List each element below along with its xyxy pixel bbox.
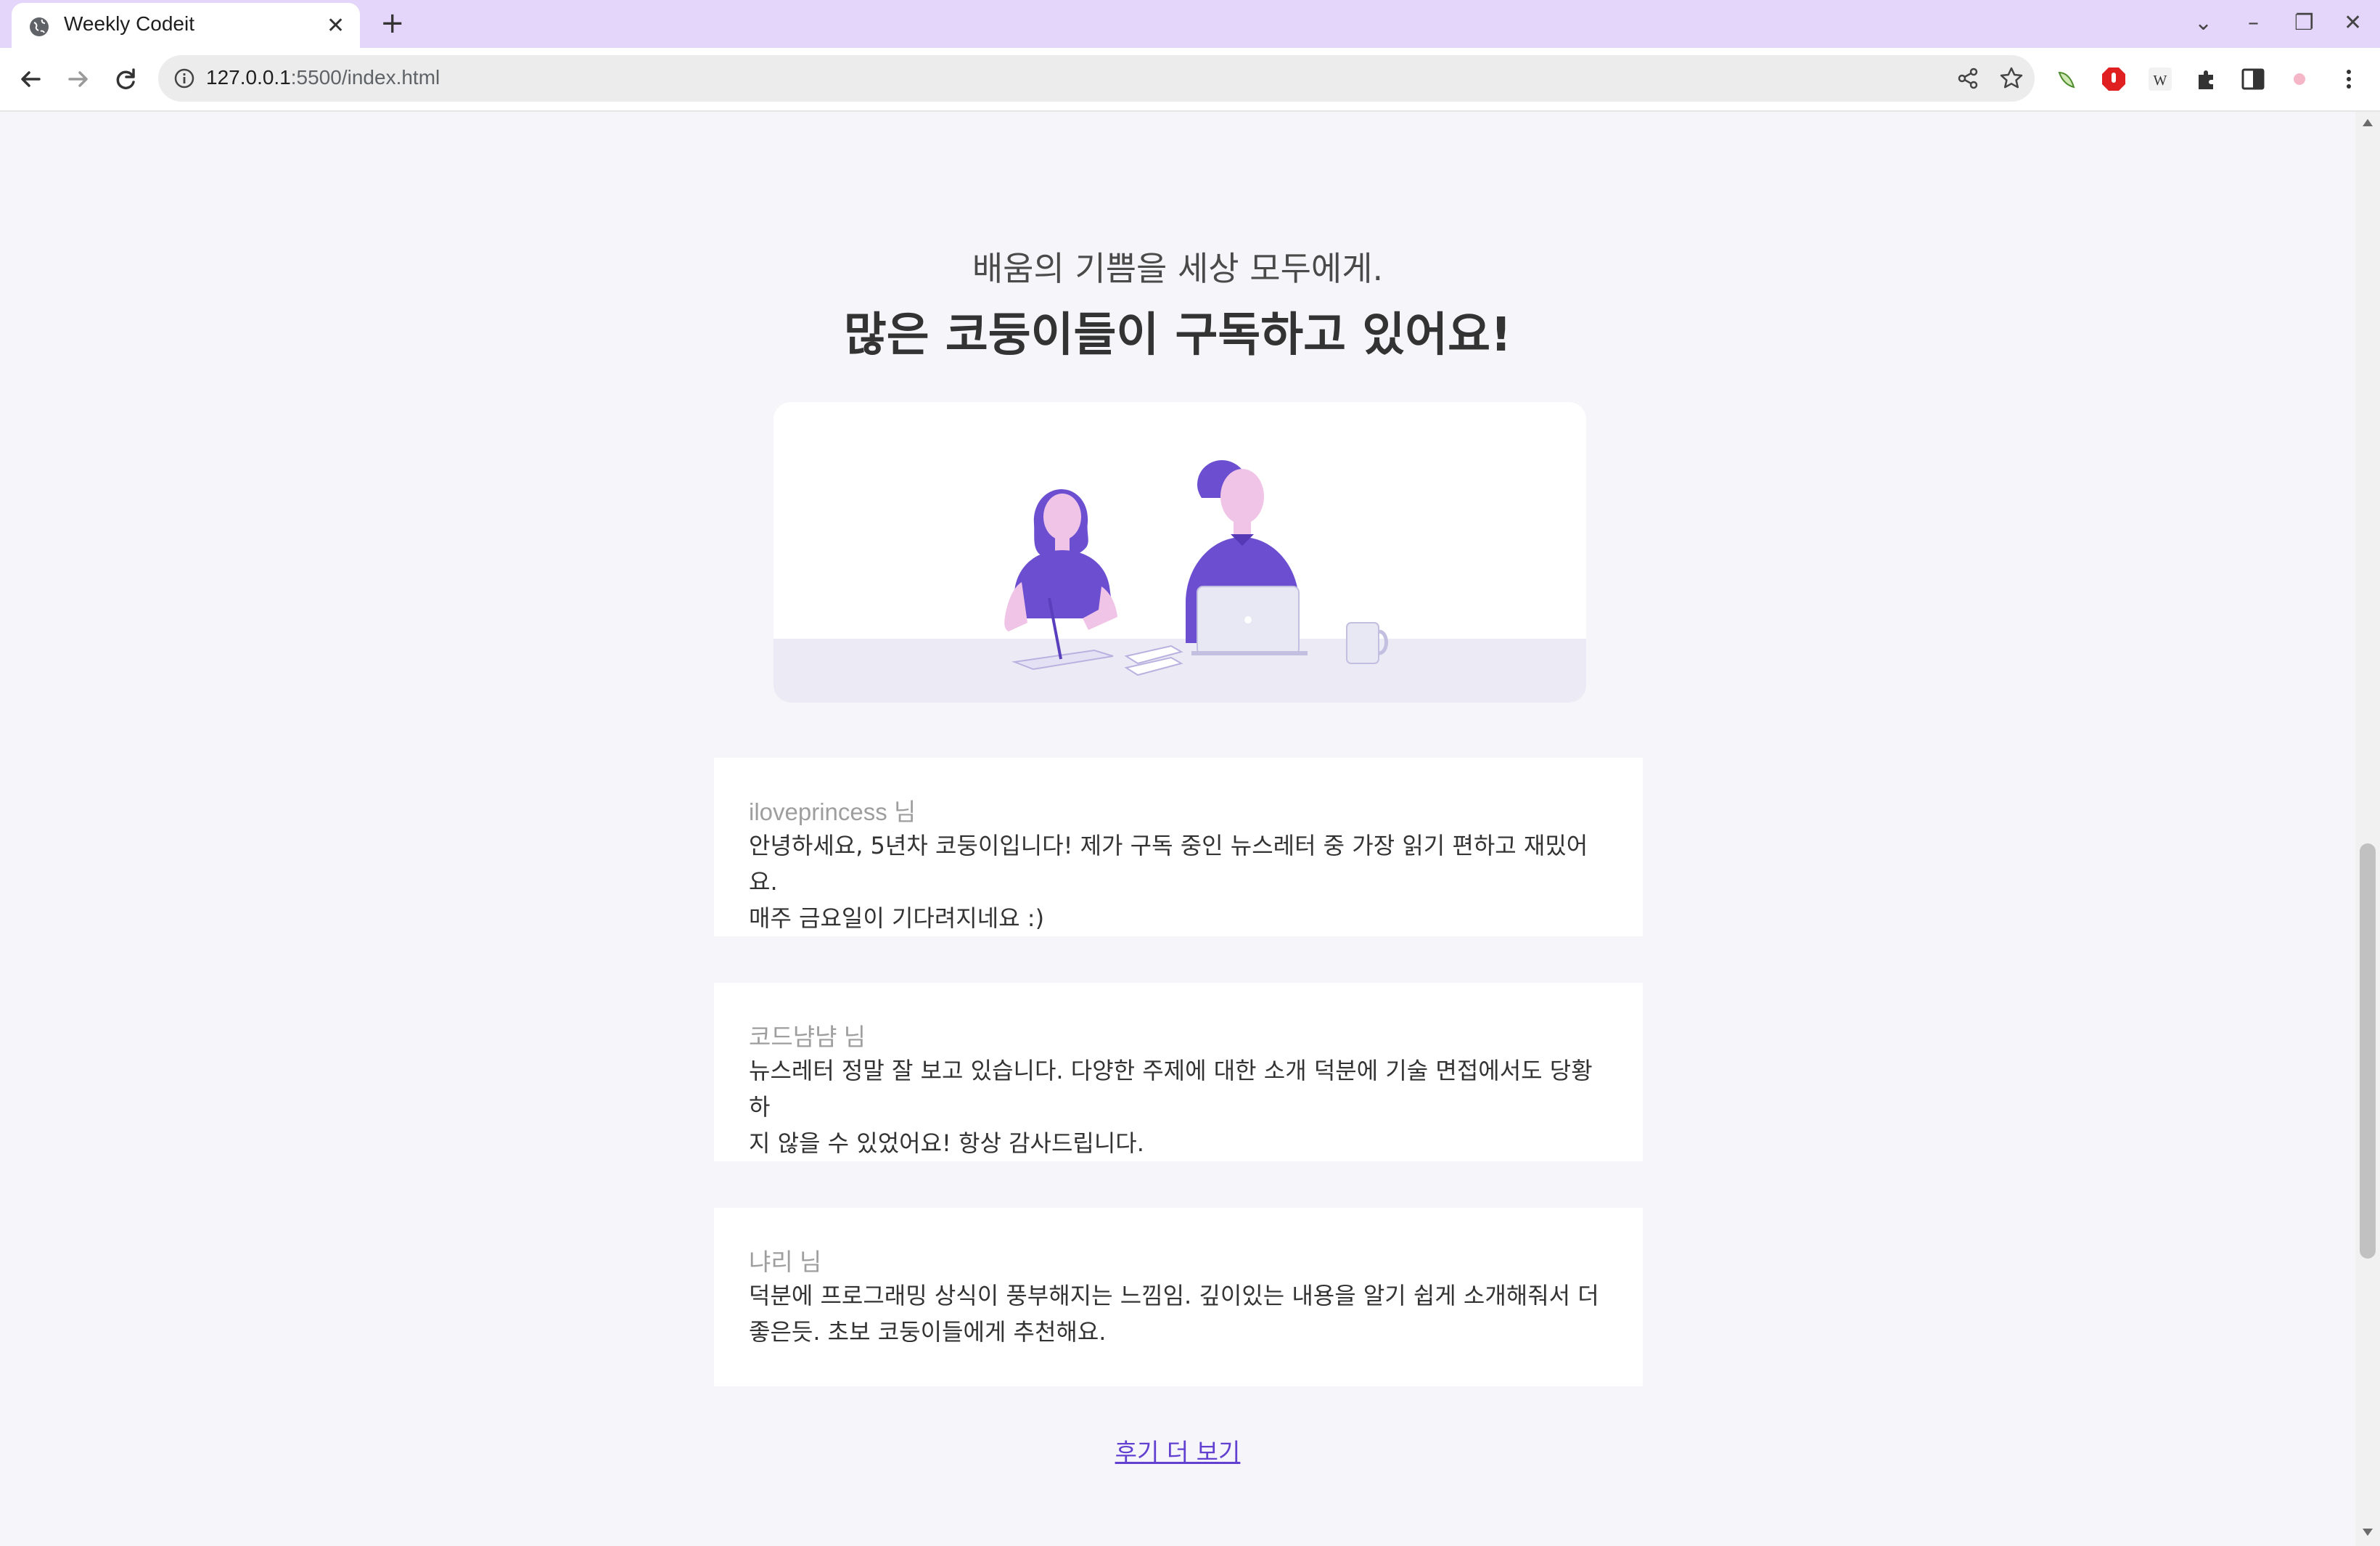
puzzle-icon[interactable] (2193, 65, 2220, 93)
url-host: 127.0.0.1 (206, 66, 291, 89)
scroll-thumb[interactable] (2360, 843, 2376, 1259)
review-line: 좋은듯. 초보 코둥이들에게 추천해요. (749, 1318, 1107, 1346)
page-scrollbar[interactable] (2355, 112, 2380, 1546)
review-line: 덕분에 프로그래밍 상식이 풍부해지는 느낌임. 깊이있는 내용을 알기 쉽게 … (749, 1282, 1599, 1309)
review-line: 안녕하세요, 5년차 코둥이입니다! 제가 구독 중인 뉴스레터 중 가장 읽기… (749, 832, 1588, 896)
review-card: 코드냠냠 님 뉴스레터 정말 잘 보고 있습니다. 다양한 주제에 대한 소개 … (714, 983, 1643, 1161)
review-line: 지 않을 수 있었어요! 항상 감사드립니다. (749, 1129, 1144, 1157)
review-text: 덕분에 프로그래밍 상식이 풍부해지는 느낌임. 깊이있는 내용을 알기 쉽게 … (749, 1277, 1612, 1350)
reload-icon[interactable] (109, 62, 142, 96)
review-text: 안녕하세요, 5년차 코둥이입니다! 제가 구독 중인 뉴스레터 중 가장 읽기… (749, 827, 1612, 936)
browser-tab[interactable]: Weekly Codeit ✕ (12, 3, 360, 48)
side-panel-icon[interactable] (2239, 65, 2267, 93)
tab-strip: Weekly Codeit ✕ + ⌄ – ❐ ✕ (0, 0, 2380, 48)
profile-avatar-icon[interactable] (2286, 65, 2313, 93)
kebab-menu-icon[interactable] (2335, 65, 2363, 93)
minimize-icon[interactable]: – (2248, 10, 2259, 36)
reviewer-name: 코드냠냠 님 (749, 1023, 866, 1050)
url-text: 127.0.0.1:5500/index.html (206, 66, 440, 89)
tab-title: Weekly Codeit (64, 12, 195, 35)
reviewer-name: iloveprincess 님 (749, 798, 916, 825)
chevron-down-icon[interactable]: ⌄ (2194, 10, 2212, 36)
more-reviews-link[interactable]: 후기 더 보기 (0, 1433, 2355, 1468)
star-icon[interactable] (1998, 65, 2024, 91)
back-arrow-icon[interactable] (15, 62, 48, 96)
subscribers-illustration (774, 402, 1586, 703)
scroll-down-icon[interactable] (2361, 1527, 2374, 1537)
plus-icon[interactable]: + (380, 9, 405, 38)
window-close-icon[interactable]: ✕ (2344, 10, 2362, 36)
page-viewport: 배움의 기쁨을 세상 모두에게. 많은 코둥이들이 구독하고 있어요! ilov… (0, 112, 2355, 1546)
review-line: 매주 금요일이 기다려지네요 :) (749, 904, 1045, 932)
wikipedia-extension-icon[interactable]: W (2146, 65, 2174, 93)
people-studying-image (774, 460, 1586, 703)
adblock-extension-icon[interactable] (2100, 65, 2127, 93)
scroll-up-icon[interactable] (2361, 118, 2374, 128)
address-bar[interactable]: 127.0.0.1:5500/index.html (158, 55, 2035, 102)
restore-icon[interactable]: ❐ (2294, 10, 2314, 36)
browser-toolbar: 127.0.0.1:5500/index.html W (0, 48, 2380, 112)
section-headline: 많은 코둥이들이 구독하고 있어요! (843, 308, 1512, 362)
forward-arrow-icon[interactable] (61, 62, 94, 96)
info-icon[interactable] (173, 67, 196, 90)
url-path: :5500/index.html (290, 66, 440, 89)
review-line: 뉴스레터 정말 잘 보고 있습니다. 다양한 주제에 대한 소개 덕분에 기술 … (749, 1057, 1593, 1121)
review-card: 냐리 님 덕분에 프로그래밍 상식이 풍부해지는 느낌임. 깊이있는 내용을 알… (714, 1208, 1643, 1386)
leaf-extension-icon[interactable] (2053, 65, 2081, 93)
review-card: iloveprincess 님 안녕하세요, 5년차 코둥이입니다! 제가 구독… (714, 758, 1643, 936)
svg-text:W: W (2154, 73, 2167, 89)
review-text: 뉴스레터 정말 잘 보고 있습니다. 다양한 주제에 대한 소개 덕분에 기술 … (749, 1052, 1612, 1161)
section-subtitle: 배움의 기쁨을 세상 모두에게. (972, 249, 1384, 288)
close-icon[interactable]: ✕ (327, 15, 345, 38)
reviewer-name: 냐리 님 (749, 1248, 822, 1275)
globe-icon (30, 17, 49, 36)
share-icon[interactable] (1955, 65, 1981, 91)
